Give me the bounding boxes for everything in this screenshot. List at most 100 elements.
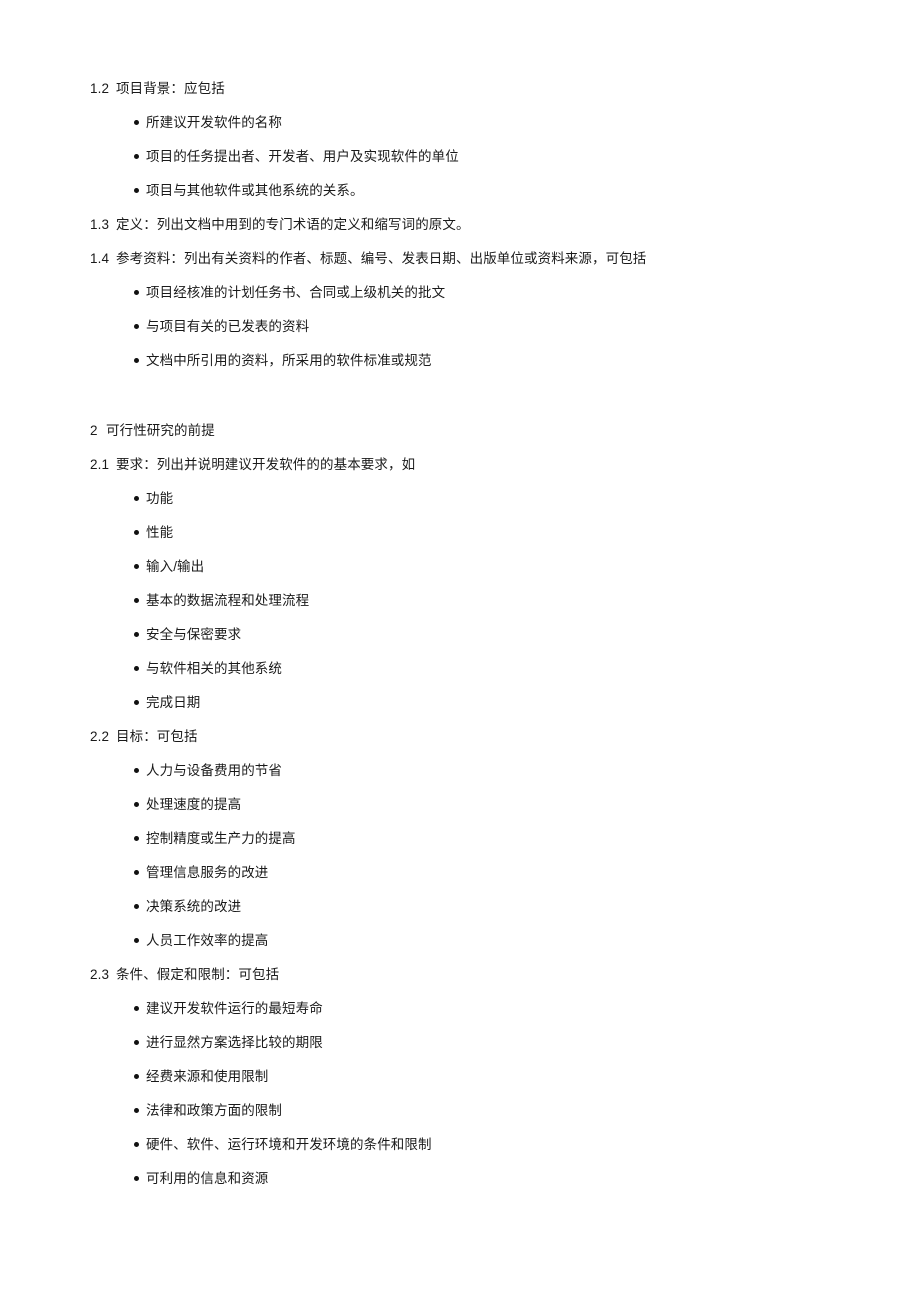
section-title: 要求：列出并说明建议开发软件的的基本要求，如 <box>116 457 416 472</box>
section-heading-1-3: 1.3 定义：列出文档中用到的专门术语的定义和缩写词的原文。 <box>90 216 850 250</box>
list-item-label: 经费来源和使用限制 <box>146 1069 269 1084</box>
list-item: 人力与设备费用的节省 <box>90 762 850 796</box>
section-number: 1.4 <box>90 251 110 266</box>
list-item-label: 硬件、软件、运行环境和开发环境的条件和限制 <box>146 1137 432 1152</box>
bullet-list-2-2: 人力与设备费用的节省 处理速度的提高 控制精度或生产力的提高 管理信息服务的改进… <box>90 762 850 966</box>
section-number: 1.2 <box>90 81 110 96</box>
list-item: 与项目有关的已发表的资料 <box>90 318 850 352</box>
bullet-dot-icon <box>134 1074 139 1079</box>
list-item-label: 控制精度或生产力的提高 <box>146 831 296 846</box>
list-item-label: 项目经核准的计划任务书、合同或上级机关的批文 <box>146 285 446 300</box>
section-title: 目标：可包括 <box>116 729 198 744</box>
list-item-label: 建议开发软件运行的最短寿命 <box>146 1001 323 1016</box>
bullet-dot-icon <box>134 120 139 125</box>
list-item-label: 基本的数据流程和处理流程 <box>146 593 310 608</box>
list-item: 进行显然方案选择比较的期限 <box>90 1034 850 1068</box>
list-item-label: 与项目有关的已发表的资料 <box>146 319 310 334</box>
bullet-dot-icon <box>134 1040 139 1045</box>
bullet-list-2-3: 建议开发软件运行的最短寿命 进行显然方案选择比较的期限 经费来源和使用限制 法律… <box>90 1000 850 1204</box>
section-heading-2-3: 2.3 条件、假定和限制：可包括 <box>90 966 850 1000</box>
section-number: 1.3 <box>90 217 110 232</box>
list-item-label: 项目的任务提出者、开发者、用户及实现软件的单位 <box>146 149 459 164</box>
section-title: 参考资料：列出有关资料的作者、标题、编号、发表日期、出版单位或资料来源，可包括 <box>116 251 647 266</box>
list-item-label: 法律和政策方面的限制 <box>146 1103 282 1118</box>
list-item: 性能 <box>90 524 850 558</box>
section-number: 2 <box>90 423 98 438</box>
list-item-label: 决策系统的改进 <box>146 899 242 914</box>
list-item: 可利用的信息和资源 <box>90 1170 850 1204</box>
bullet-dot-icon <box>134 768 139 773</box>
list-item: 硬件、软件、运行环境和开发环境的条件和限制 <box>90 1136 850 1170</box>
bullet-dot-icon <box>134 938 139 943</box>
list-item: 法律和政策方面的限制 <box>90 1102 850 1136</box>
list-item: 管理信息服务的改进 <box>90 864 850 898</box>
list-item: 安全与保密要求 <box>90 626 850 660</box>
list-item: 控制精度或生产力的提高 <box>90 830 850 864</box>
list-item-label: 所建议开发软件的名称 <box>146 115 282 130</box>
section-number: 2.1 <box>90 457 110 472</box>
list-item-label: 人力与设备费用的节省 <box>146 763 282 778</box>
list-item: 处理速度的提高 <box>90 796 850 830</box>
list-item-label: 与软件相关的其他系统 <box>146 661 282 676</box>
bullet-list-1-2: 所建议开发软件的名称 项目的任务提出者、开发者、用户及实现软件的单位 项目与其他… <box>90 114 850 216</box>
list-item: 与软件相关的其他系统 <box>90 660 850 694</box>
bullet-dot-icon <box>134 564 139 569</box>
bullet-dot-icon <box>134 496 139 501</box>
bullet-dot-icon <box>134 1006 139 1011</box>
bullet-dot-icon <box>134 358 139 363</box>
section-title: 条件、假定和限制：可包括 <box>116 967 280 982</box>
list-item: 人员工作效率的提高 <box>90 932 850 966</box>
list-item: 输入/输出 <box>90 558 850 592</box>
section-heading-2-1: 2.1 要求：列出并说明建议开发软件的的基本要求，如 <box>90 456 850 490</box>
list-item-label: 可利用的信息和资源 <box>146 1171 269 1186</box>
list-item-label: 文档中所引用的资料，所采用的软件标准或规范 <box>146 353 432 368</box>
bullet-dot-icon <box>134 870 139 875</box>
list-item: 项目经核准的计划任务书、合同或上级机关的批文 <box>90 284 850 318</box>
list-item-label: 输入/输出 <box>146 559 205 574</box>
section-title: 项目背景：应包括 <box>116 81 225 96</box>
list-item: 项目的任务提出者、开发者、用户及实现软件的单位 <box>90 148 850 182</box>
list-item-label: 进行显然方案选择比较的期限 <box>146 1035 323 1050</box>
bullet-dot-icon <box>134 1108 139 1113</box>
bullet-dot-icon <box>134 666 139 671</box>
list-item-label: 处理速度的提高 <box>146 797 242 812</box>
list-item: 项目与其他软件或其他系统的关系。 <box>90 182 850 216</box>
section-title: 可行性研究的前提 <box>106 423 215 438</box>
section-number: 2.2 <box>90 729 110 744</box>
document-page: 1.2 项目背景：应包括 所建议开发软件的名称 项目的任务提出者、开发者、用户及… <box>0 0 920 1302</box>
bullet-dot-icon <box>134 802 139 807</box>
list-item: 完成日期 <box>90 694 850 728</box>
list-item: 文档中所引用的资料，所采用的软件标准或规范 <box>90 352 850 386</box>
bullet-dot-icon <box>134 836 139 841</box>
list-item-label: 人员工作效率的提高 <box>146 933 269 948</box>
list-item-label: 完成日期 <box>146 695 201 710</box>
bullet-dot-icon <box>134 1176 139 1181</box>
section-heading-2-2: 2.2 目标：可包括 <box>90 728 850 762</box>
bullet-dot-icon <box>134 1142 139 1147</box>
bullet-dot-icon <box>134 188 139 193</box>
bullet-dot-icon <box>134 598 139 603</box>
bullet-dot-icon <box>134 290 139 295</box>
bullet-dot-icon <box>134 632 139 637</box>
list-item: 所建议开发软件的名称 <box>90 114 850 148</box>
bullet-dot-icon <box>134 324 139 329</box>
bullet-dot-icon <box>134 700 139 705</box>
section-number: 2.3 <box>90 967 110 982</box>
document-body: 1.2 项目背景：应包括 所建议开发软件的名称 项目的任务提出者、开发者、用户及… <box>90 80 850 1204</box>
list-item-label: 安全与保密要求 <box>146 627 242 642</box>
bullet-dot-icon <box>134 530 139 535</box>
list-item-label: 项目与其他软件或其他系统的关系。 <box>146 183 364 198</box>
section-heading-1-2: 1.2 项目背景：应包括 <box>90 80 850 114</box>
bullet-list-2-1: 功能 性能 输入/输出 基本的数据流程和处理流程 安全与保密要求 与软件相关的其… <box>90 490 850 728</box>
list-item-label: 性能 <box>146 525 174 540</box>
bullet-list-1-4: 项目经核准的计划任务书、合同或上级机关的批文 与项目有关的已发表的资料 文档中所… <box>90 284 850 386</box>
list-item: 决策系统的改进 <box>90 898 850 932</box>
section-heading-2: 2 可行性研究的前提 <box>90 422 850 456</box>
list-item: 功能 <box>90 490 850 524</box>
list-item-label: 管理信息服务的改进 <box>146 865 269 880</box>
list-item: 建议开发软件运行的最短寿命 <box>90 1000 850 1034</box>
section-title: 定义：列出文档中用到的专门术语的定义和缩写词的原文。 <box>116 217 470 232</box>
section-heading-1-4: 1.4 参考资料：列出有关资料的作者、标题、编号、发表日期、出版单位或资料来源，… <box>90 250 850 284</box>
list-item: 基本的数据流程和处理流程 <box>90 592 850 626</box>
